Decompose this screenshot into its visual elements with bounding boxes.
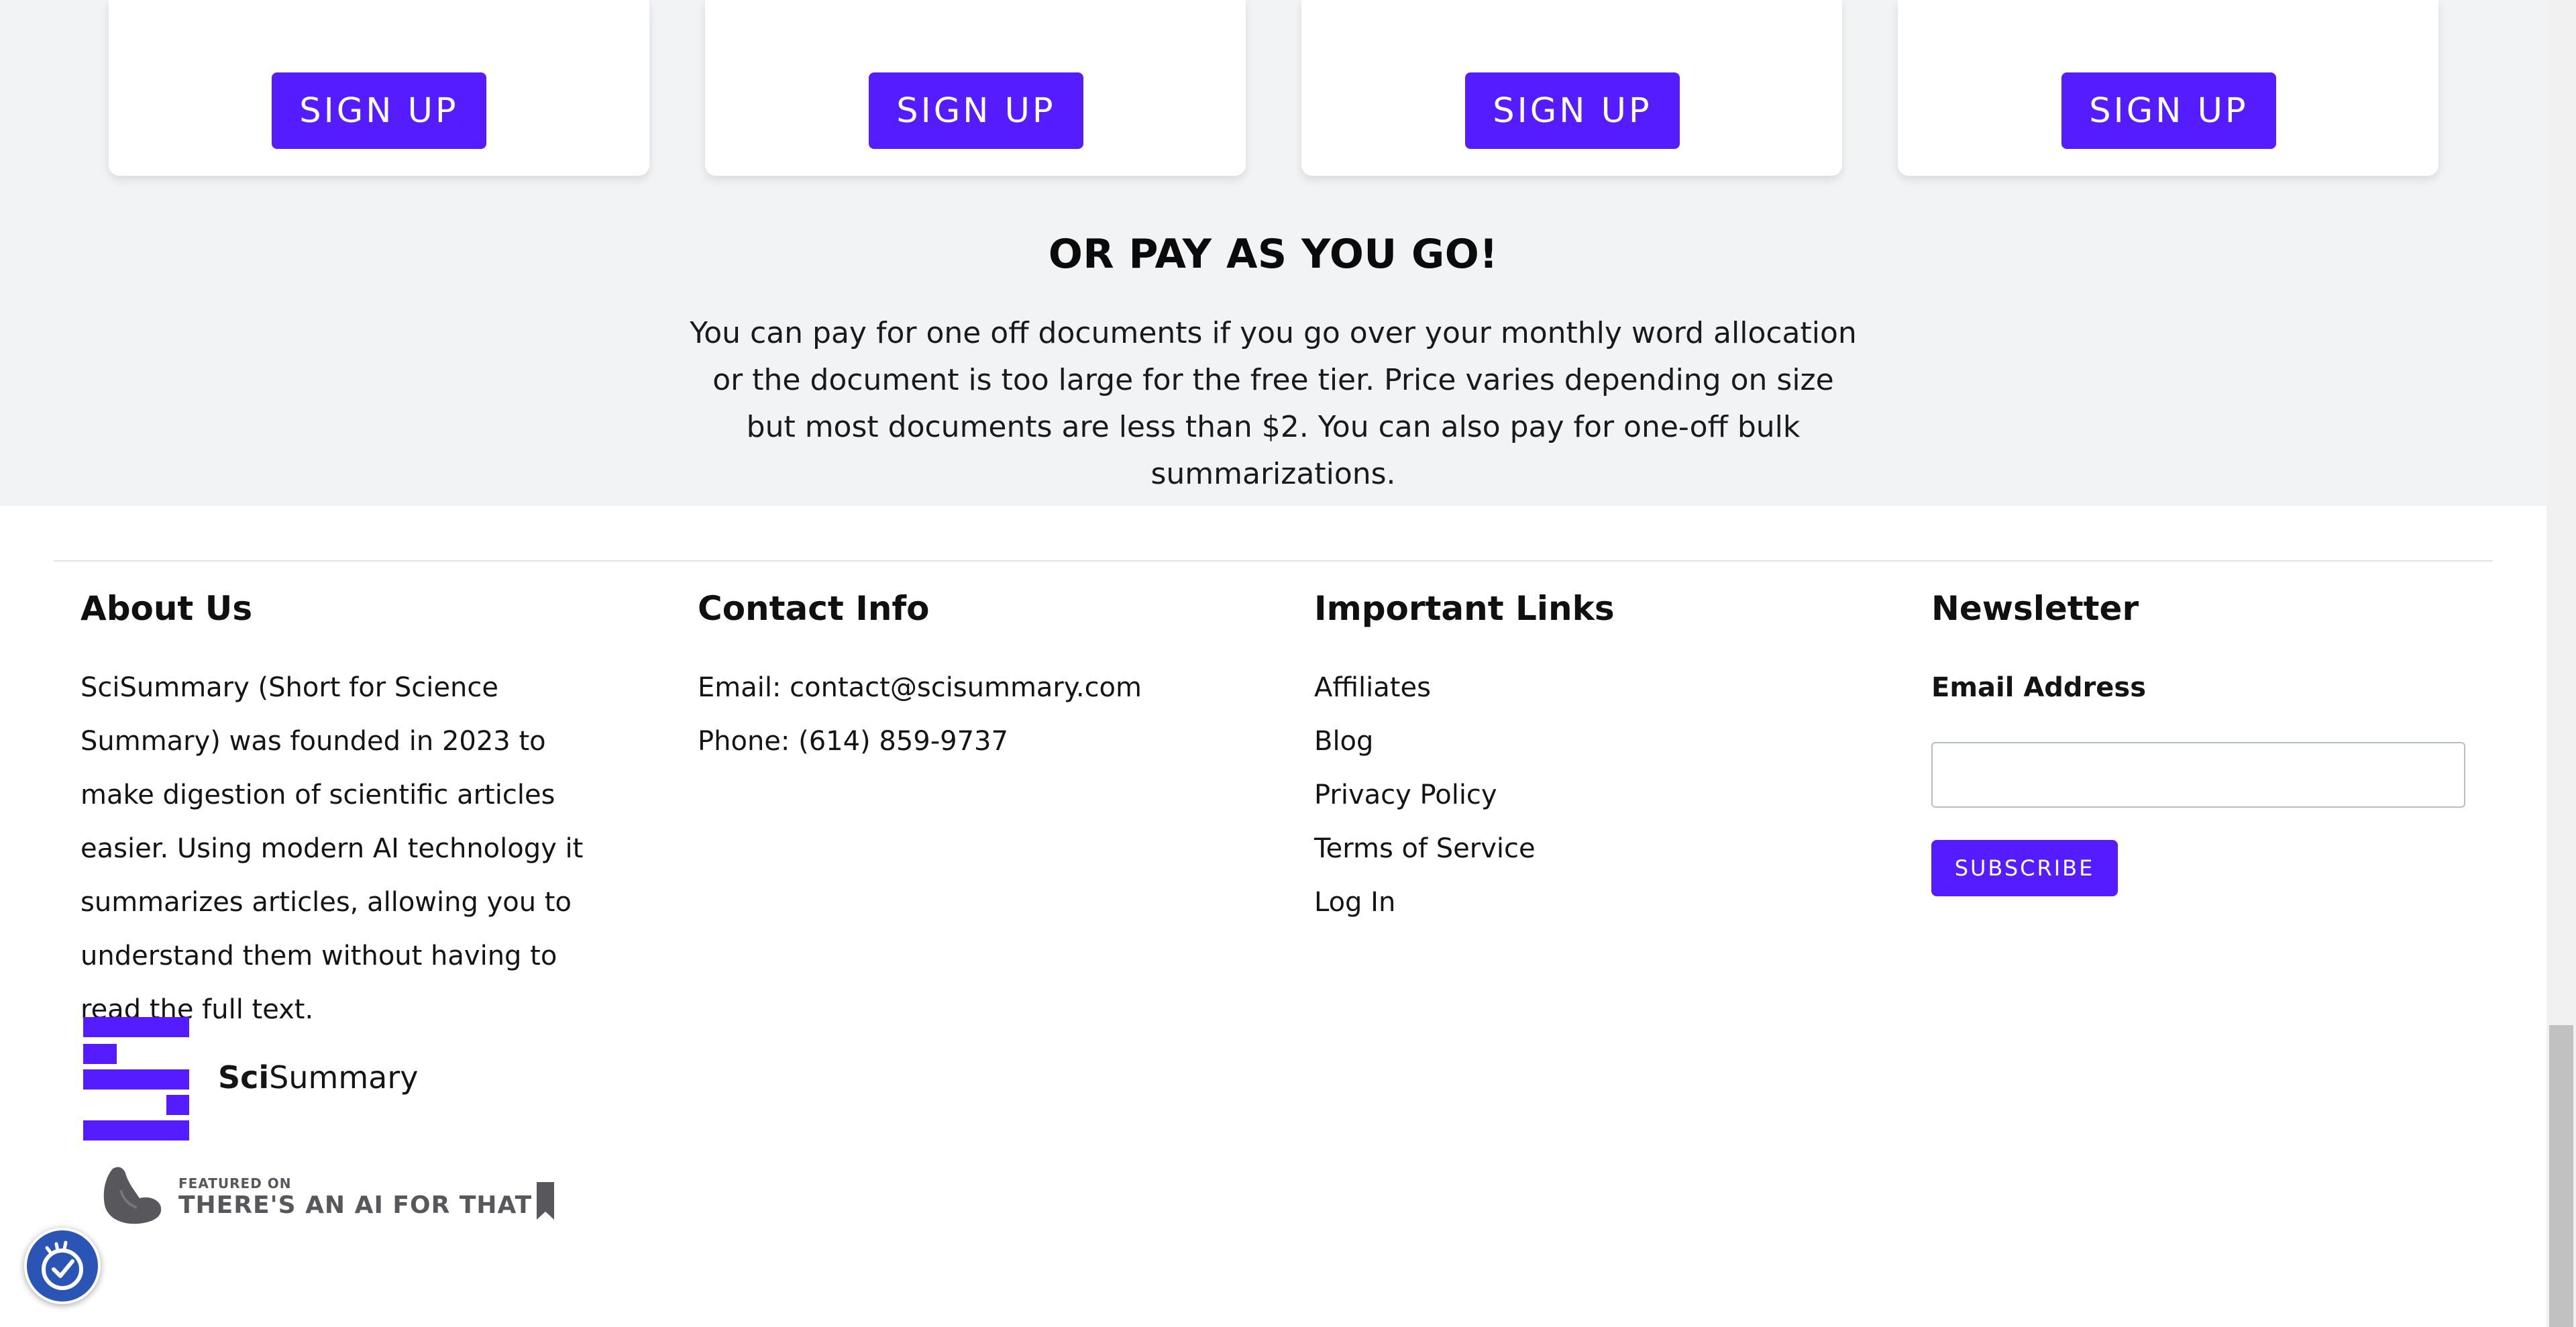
wordmark-rest: Summary (269, 1059, 419, 1096)
link-affiliates[interactable]: Affiliates (1314, 661, 1431, 714)
sign-up-button[interactable]: SIGN UP (1465, 72, 1680, 149)
link-privacy-policy[interactable]: Privacy Policy (1314, 768, 1497, 822)
about-us-text: SciSummary (Short for Science Summary) w… (80, 672, 584, 1025)
contact-email[interactable]: Email: contact@scisummary.com (698, 661, 1142, 714)
bookmark-icon (537, 1182, 554, 1220)
pay-as-you-go-title: OR PAY AS YOU GO! (1048, 231, 1499, 278)
featured-on-text: FEATURED ON (178, 1175, 292, 1191)
scisummary-logo-icon (83, 1017, 189, 1140)
important-links-heading: Important Links (1314, 589, 1615, 628)
sign-up-button[interactable]: SIGN UP (869, 72, 1083, 149)
pricing-section: SIGN UP SIGN UP SIGN UP SIGN UP OR PAY A… (0, 0, 2546, 506)
pricing-card: SIGN UP (1301, 0, 1842, 176)
scrollbar-thumb[interactable] (2549, 1025, 2573, 1327)
pricing-card: SIGN UP (109, 0, 649, 176)
sign-up-button[interactable]: SIGN UP (272, 72, 486, 149)
sign-up-button[interactable]: SIGN UP (2061, 72, 2276, 149)
email-address-label: Email Address (1931, 672, 2147, 703)
about-us-heading: About Us (80, 589, 253, 628)
wordmark-bold: Sci (218, 1059, 270, 1096)
newsletter-heading: Newsletter (1931, 589, 2139, 628)
pricing-card: SIGN UP (705, 0, 1246, 176)
contact-info-heading: Contact Info (698, 589, 930, 628)
link-blog[interactable]: Blog (1314, 714, 1373, 768)
newsletter-email-input[interactable] (1931, 742, 2465, 808)
link-log-in[interactable]: Log In (1314, 875, 1395, 929)
subscribe-button[interactable]: SUBSCRIBE (1931, 840, 2118, 896)
pricing-card: SIGN UP (1898, 0, 2438, 176)
page: SIGN UP SIGN UP SIGN UP SIGN UP OR PAY A… (0, 0, 2546, 1327)
theres-an-ai-for-that-badge[interactable]: FEATURED ON THERE'S AN AI FOR THAT (99, 1161, 569, 1228)
flexed-arm-icon (103, 1167, 162, 1224)
theres-an-ai-for-that-text: THERE'S AN AI FOR THAT (178, 1191, 533, 1219)
accessibility-button[interactable] (24, 1228, 101, 1304)
scisummary-wordmark: SciSummary (218, 1056, 418, 1099)
accessibility-icon (42, 1240, 83, 1290)
link-terms-of-service[interactable]: Terms of Service (1314, 822, 1536, 875)
contact-phone[interactable]: Phone: (614) 859-9737 (698, 714, 1008, 768)
footer-divider (54, 560, 2493, 562)
pay-as-you-go-description: You can pay for one off documents if you… (690, 316, 1857, 491)
